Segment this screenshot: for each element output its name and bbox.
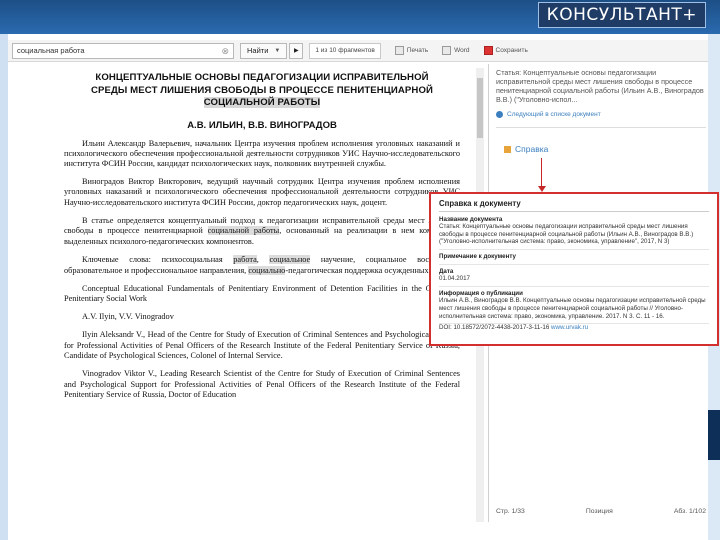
english-authors: A.V. Ilyin, V.V. Vinogradov (82, 311, 174, 321)
title-line-1: КОНЦЕПТУАЛЬНЫЕ ОСНОВЫ ПЕДАГОГИЗАЦИИ ИСПР… (95, 72, 429, 83)
find-next-button[interactable]: ▶ (289, 42, 304, 59)
save-label: Сохранить (495, 47, 528, 54)
divider (439, 210, 709, 212)
popup-date: 01.04.2017 (439, 275, 470, 283)
fragments-counter[interactable]: 1 из 10 фрагментов (309, 42, 381, 59)
page-indicator: Стр. 1/33 (496, 508, 525, 515)
scrollbar-thumb[interactable] (477, 78, 483, 138)
next-document-label: Следующий в списке документ (507, 111, 601, 118)
find-button-label: Найти (247, 46, 269, 55)
print-button[interactable]: Печать (394, 46, 429, 55)
frame-right-accent (708, 410, 720, 460)
popup-publication-text: Ильин А.В., Виноградов В.В. Концептуальн… (439, 297, 706, 320)
search-input-value: социальная работа (17, 46, 85, 55)
arrow-right-icon (496, 111, 503, 118)
help-label: Справка (515, 144, 549, 154)
popup-section-heading: Информация о публикации (439, 289, 523, 297)
word-icon (442, 46, 452, 55)
document-reference-popup[interactable]: Справка к документу Название документа С… (429, 192, 719, 346)
toolbar: социальная работа ⊗ Найти ▼ ▶ 1 из 10 фр… (8, 40, 708, 62)
paragraph-indicator: Абз. 1/102 (673, 508, 706, 515)
info-panel: Статья: Концептуальные основы педагогиза… (496, 68, 706, 128)
brand-bar: КОНСУЛЬТАНТ+ (0, 0, 720, 34)
english-title: Conceptual Educational Fundamentals of P… (64, 283, 460, 304)
search-highlight[interactable]: социально (248, 265, 286, 275)
help-icon (504, 145, 511, 153)
save-icon (483, 46, 493, 55)
find-button[interactable]: Найти ▼ (240, 42, 288, 59)
document-title: КОНЦЕПТУАЛЬНЫЕ ОСНОВЫ ПЕДАГОГИЗАЦИИ ИСПР… (64, 72, 460, 110)
popup-doi: DOI: 10.18572/2072-4438-2017-3-11-16 www… (439, 324, 709, 332)
fragments-label: 1 из 10 фрагментов (315, 47, 375, 54)
next-document-link[interactable]: Следующий в списке документ (496, 110, 706, 119)
status-bar: Стр. 1/33 Позиция Абз. 1/102 (496, 508, 706, 520)
word-label: Word (454, 47, 470, 54)
search-highlight[interactable]: работа (233, 255, 257, 265)
doi-text: DOI: 10.18572/2072-4438-2017-3-11-16 (439, 324, 550, 332)
article-description: Статья: Концептуальные основы педагогиза… (496, 68, 704, 104)
popup-section-text: Статья: Концептуальные основы педагогиза… (439, 223, 694, 246)
site-link[interactable]: www.urvak.ru (551, 324, 588, 331)
keywords-text-d: -педагогическая поддержка осужденных. (285, 265, 431, 275)
word-button[interactable]: Word (442, 46, 470, 55)
divider (439, 285, 709, 287)
chevron-down-icon: ▼ (274, 47, 281, 54)
keywords-text-a: Ключевые слова: психосоциальная (82, 255, 234, 265)
popup-section-heading: Название документа (439, 215, 503, 223)
keywords-paragraph: Ключевые слова: психосоциальная работа, … (64, 255, 460, 276)
help-link[interactable]: Справка (504, 144, 548, 154)
search-highlight[interactable]: социальной работы (207, 226, 280, 236)
divider (496, 127, 706, 128)
title-line-2: СРЕДЫ МЕСТ ЛИШЕНИЯ СВОБОДЫ В ПРОЦЕССЕ ПЕ… (90, 84, 434, 96)
divider (439, 263, 709, 265)
popup-section-heading: Примечание к документу (439, 252, 516, 260)
frame-left (0, 34, 8, 540)
abstract-paragraph: В статье определяется концептуальный под… (64, 216, 460, 247)
print-icon (394, 46, 404, 55)
english-bio-2: Vinogradov Viktor V., Leading Research S… (64, 369, 460, 400)
title-line-3: СОЦИАЛЬНОЙ РАБОТЫ (203, 97, 321, 108)
english-bio-1: Ilyin Aleksandr V., Head of the Centre f… (64, 330, 460, 360)
arrow-right-icon: ▶ (294, 48, 299, 54)
brand-label: КОНСУЛЬТАНТ+ (537, 2, 706, 28)
clear-icon[interactable]: ⊗ (221, 46, 229, 57)
print-label: Печать (406, 47, 429, 54)
popup-title: Справка к документу (439, 199, 521, 208)
divider (439, 248, 709, 250)
search-highlight[interactable]: социальное (269, 255, 311, 265)
document-authors: А.В. ИЛЬИН, В.В. ВИНОГРАДОВ (187, 119, 337, 131)
save-button[interactable]: Сохранить (483, 46, 528, 55)
popup-section-heading: Дата (439, 267, 454, 275)
document-body[interactable]: КОНЦЕПТУАЛЬНЫЕ ОСНОВЫ ПЕДАГОГИЗАЦИИ ИСПР… (64, 68, 460, 522)
keywords-text-b: , (256, 255, 270, 265)
search-input[interactable]: социальная работа ⊗ (12, 42, 234, 59)
position-indicator: Позиция (585, 508, 613, 515)
author-bio-1: Ильин Александр Валерьевич, начальник Це… (64, 138, 460, 169)
author-bio-2: Виноградов Виктор Викторович, ведущий на… (64, 176, 460, 207)
